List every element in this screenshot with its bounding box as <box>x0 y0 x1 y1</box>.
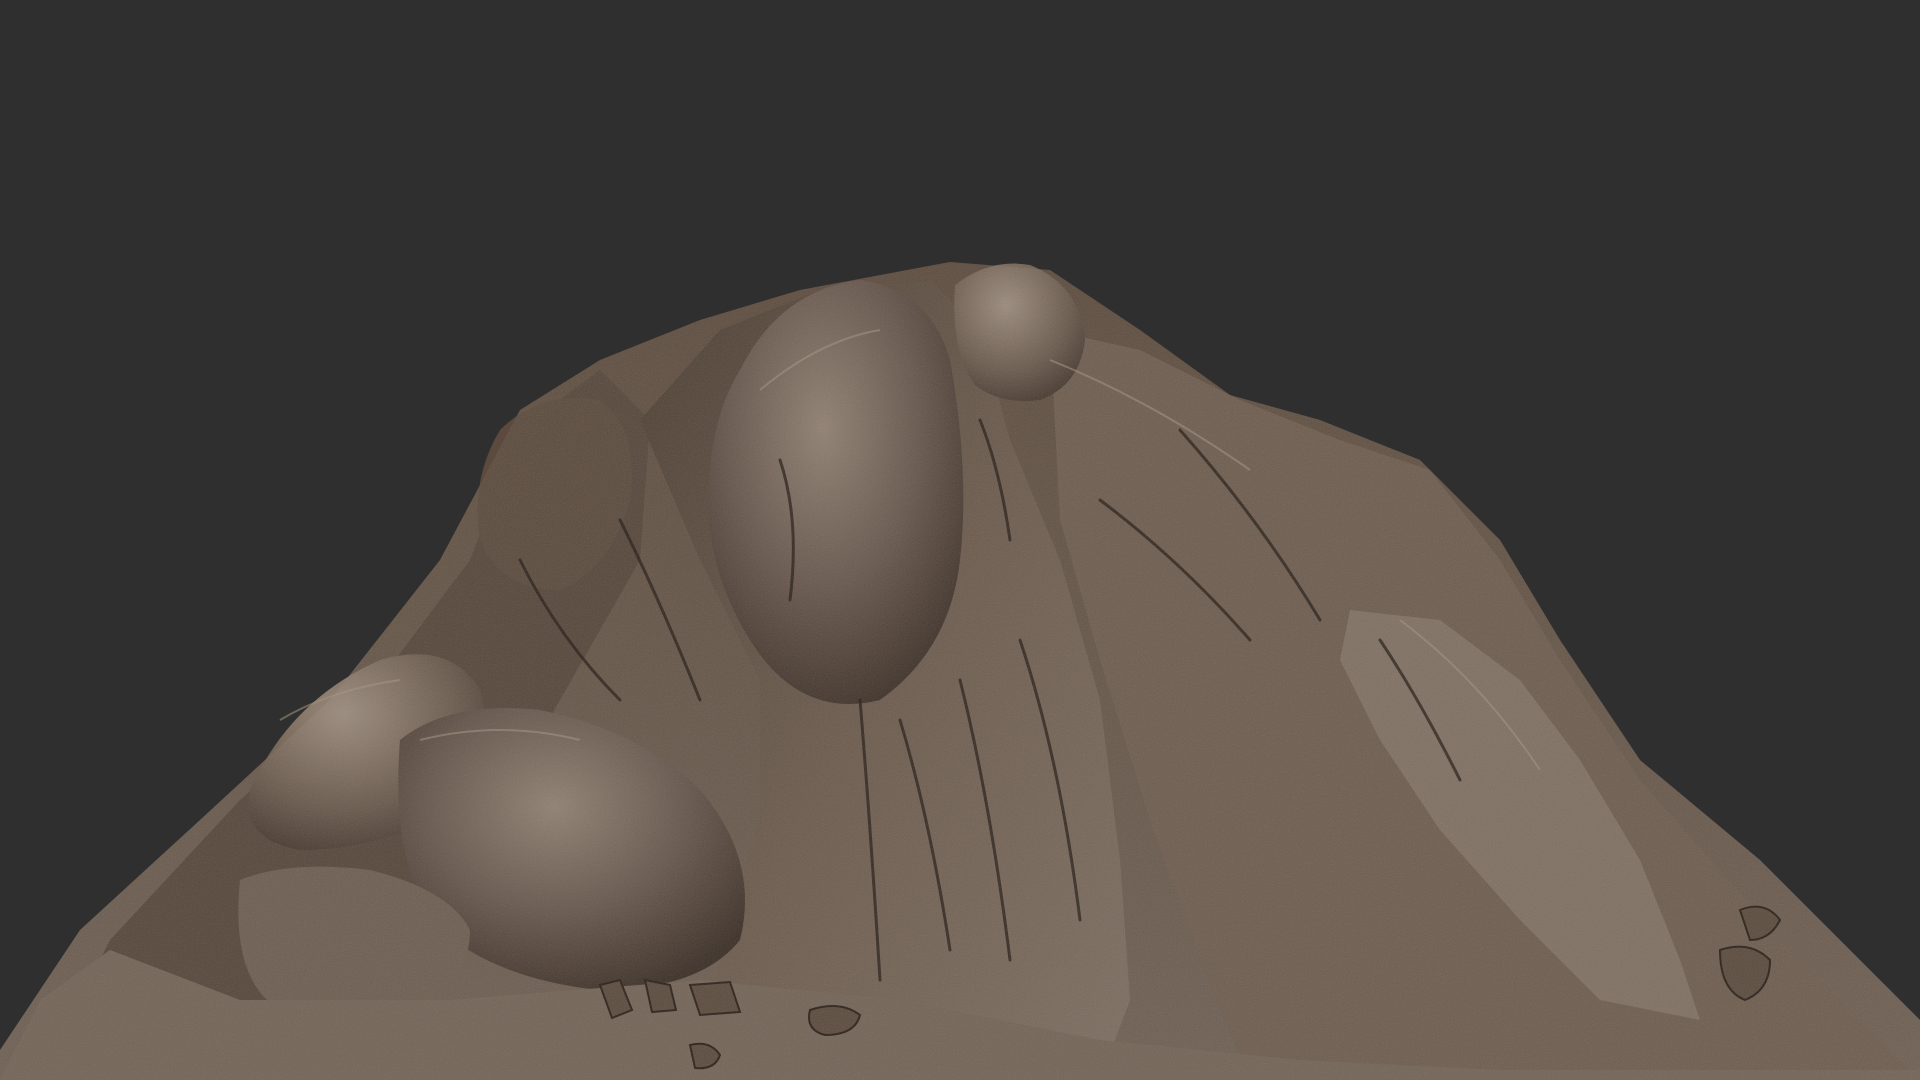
3d-viewport[interactable] <box>0 0 1920 1080</box>
surface-texture <box>0 262 1920 1080</box>
rock-mountain-render <box>0 262 1920 1080</box>
